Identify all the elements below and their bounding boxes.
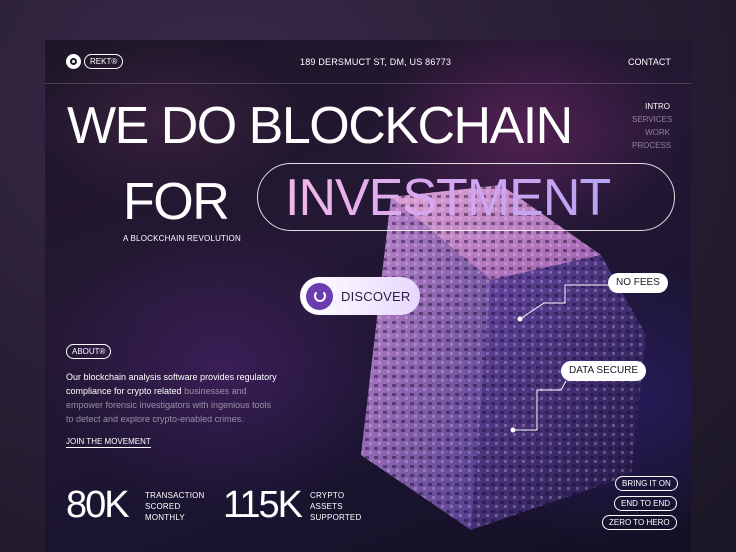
- brand-logo[interactable]: REKT®: [66, 54, 124, 69]
- stat-label-line: SUPPORTED: [310, 513, 362, 522]
- hero-highlight-text: INVESTMENT: [285, 169, 611, 227]
- side-nav: INTRO SERVICES WORK PROCESS: [632, 100, 672, 152]
- stat-label-line: CRYPTO: [310, 491, 345, 500]
- loader-ring-icon: [306, 282, 333, 310]
- hero-title-line1: WE DO BLOCKCHAIN: [67, 97, 573, 155]
- record-circle-icon: [66, 54, 81, 69]
- hero-tagline: A BLOCKCHAIN REVOLUTION: [123, 234, 241, 243]
- no-fees-callout: NO FEES: [608, 273, 668, 293]
- discover-label: DISCOVER: [341, 288, 411, 304]
- about-badge: ABOUT®: [66, 344, 112, 359]
- address-text: 189 DERSMUCT ST, DM, US 86773: [300, 57, 452, 67]
- stat-label-line: SCORED: [145, 502, 181, 511]
- side-nav-item-services[interactable]: SERVICES: [632, 113, 672, 126]
- end-to-end-button[interactable]: END TO END: [614, 496, 678, 511]
- stat-label-assets: CRYPTO ASSETS SUPPORTED: [310, 490, 361, 523]
- side-nav-item-process[interactable]: PROCESS: [632, 139, 671, 152]
- stat-label-transactions: TRANSACTION SCORED MONTHLY: [145, 490, 205, 523]
- brand-name: REKT®: [84, 54, 124, 69]
- stat-value-transactions: 80K: [66, 484, 130, 526]
- side-nav-item-intro[interactable]: INTRO: [632, 100, 670, 113]
- bring-it-on-button[interactable]: BRING IT ON: [615, 476, 678, 491]
- discover-button[interactable]: DISCOVER: [300, 277, 420, 315]
- side-nav-item-work[interactable]: WORK: [632, 126, 670, 139]
- stat-value-assets: 115K: [223, 484, 303, 526]
- data-secure-callout: DATA SECURE: [561, 361, 647, 381]
- hero-title-line2: FOR: [123, 173, 230, 231]
- stat-label-line: MONTHLY: [145, 513, 185, 522]
- join-movement-link[interactable]: JOIN THE MOVEMENT: [66, 437, 151, 448]
- zero-to-hero-button[interactable]: ZERO TO HERO: [602, 515, 677, 530]
- stat-label-line: ASSETS: [310, 502, 343, 511]
- hero-frame: REKT® 189 DERSMUCT ST, DM, US 86773 CONT…: [45, 40, 691, 552]
- stat-label-line: TRANSACTION: [145, 491, 205, 500]
- contact-link[interactable]: CONTACT: [628, 57, 671, 67]
- about-description: Our blockchain analysis software provide…: [66, 370, 281, 426]
